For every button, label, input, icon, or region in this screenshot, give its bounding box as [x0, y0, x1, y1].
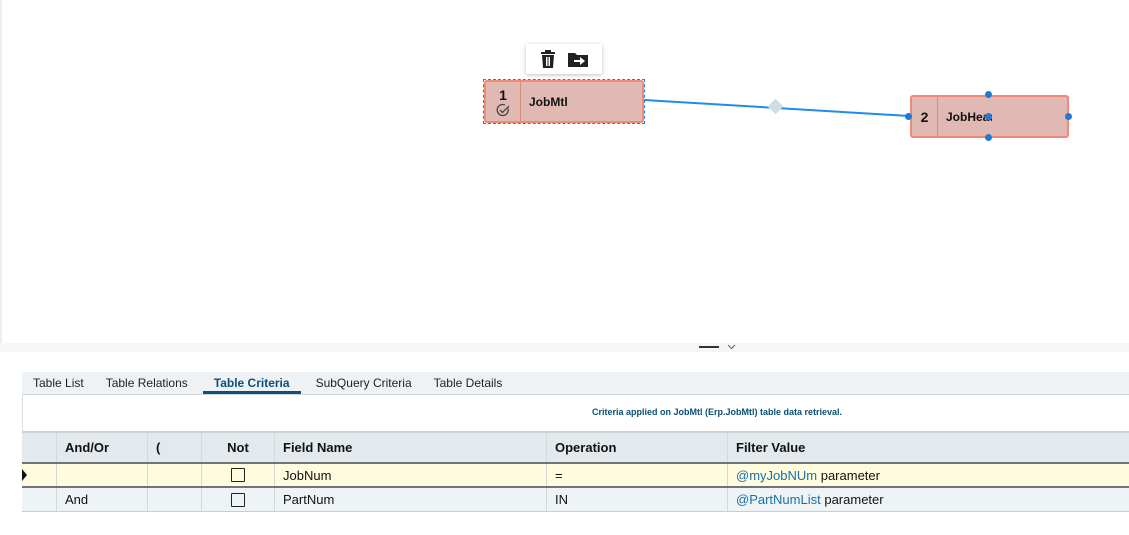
cell-paren[interactable] [148, 488, 202, 511]
trash-icon[interactable] [540, 50, 556, 68]
cell-and-or[interactable]: And [57, 488, 148, 511]
column-header-not[interactable]: Not [202, 433, 275, 462]
table-row[interactable]: And PartNum IN @PartNumList parameter [22, 488, 1129, 512]
tab-table-list[interactable]: Table List [22, 372, 95, 394]
row-indicator [22, 488, 57, 511]
resize-handle-right[interactable] [1065, 113, 1072, 120]
cell-and-or[interactable] [57, 464, 148, 486]
grid-header: And/Or ( Not Field Name Operation Filter… [22, 431, 1129, 464]
resize-handle-top[interactable] [985, 91, 992, 98]
cell-paren[interactable] [148, 464, 202, 486]
node-name: JobMtl [529, 94, 568, 109]
folder-arrow-icon[interactable] [568, 51, 588, 67]
criteria-grid: And/Or ( Not Field Name Operation Filter… [22, 431, 1129, 512]
resize-handle-left[interactable] [905, 113, 912, 120]
resize-handle-center[interactable] [985, 113, 992, 120]
column-header-operation[interactable]: Operation [547, 433, 728, 462]
tab-subquery-criteria[interactable]: SubQuery Criteria [305, 372, 423, 394]
tab-table-relations[interactable]: Table Relations [95, 372, 199, 394]
resize-handle-bottom[interactable] [985, 134, 992, 141]
chevron-down-icon[interactable] [727, 344, 736, 350]
parameter-suffix: parameter [824, 492, 884, 507]
check-circle-icon [496, 103, 510, 116]
table-node-jobmtl[interactable]: 1 JobMtl [484, 80, 644, 123]
panel-splitter[interactable] [0, 343, 1129, 352]
node-toolbar [526, 44, 602, 74]
criteria-message: Criteria applied on JobMtl (Erp.JobMtl) … [22, 395, 1129, 431]
parameter-suffix: parameter [820, 467, 880, 483]
parameter-name: @PartNumList [736, 492, 821, 507]
cell-field-name[interactable]: JobNum [275, 464, 547, 486]
node-number: 2 [920, 108, 929, 125]
column-header-and-or[interactable]: And/Or [57, 433, 148, 462]
tab-table-criteria[interactable]: Table Criteria [202, 372, 301, 394]
not-checkbox[interactable] [231, 468, 245, 482]
row-indicator [22, 464, 57, 486]
node-number: 1 [499, 86, 507, 103]
cell-field-name[interactable]: PartNum [275, 488, 547, 511]
current-row-arrow-icon [22, 469, 27, 481]
cell-operation[interactable]: = [547, 464, 728, 486]
diagram-canvas[interactable]: 1 JobMtl 2 JobHead [0, 0, 1129, 343]
cell-operation[interactable]: IN [547, 488, 728, 511]
row-indicator-header [22, 433, 57, 462]
table-row[interactable]: JobNum = @myJobNUm parameter [22, 464, 1129, 488]
column-header-filter-value[interactable]: Filter Value [728, 433, 1129, 462]
not-checkbox[interactable] [231, 492, 245, 507]
relation-diamond-icon [767, 98, 784, 115]
tab-table-details[interactable]: Table Details [423, 372, 514, 394]
tab-bar: Table List Table Relations Table Criteri… [22, 372, 1129, 395]
node-name: JobHead [946, 109, 992, 124]
cell-filter-value[interactable]: @PartNumList parameter [728, 488, 1129, 511]
splitter-grip-icon[interactable] [699, 346, 719, 348]
column-header-field-name[interactable]: Field Name [275, 433, 547, 462]
parameter-name: @myJobNUm [736, 467, 818, 483]
cell-filter-value[interactable]: @myJobNUm parameter [728, 464, 1129, 486]
column-header-paren[interactable]: ( [148, 433, 202, 462]
